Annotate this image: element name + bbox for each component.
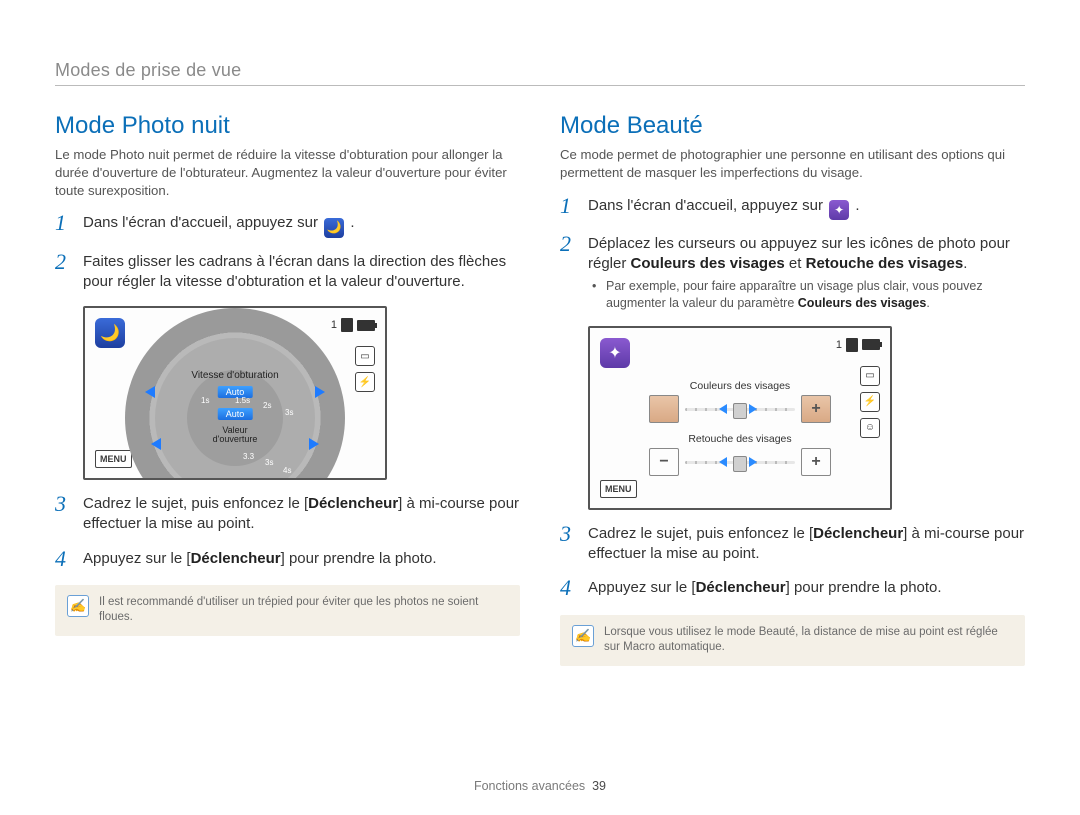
step-3: 3 Cadrez le sujet, puis enfoncez le [Déc… — [55, 494, 520, 535]
dial-clip: Vitesse d'obturation Auto Auto Valeurd'o… — [85, 308, 385, 478]
slider-knob[interactable] — [733, 456, 747, 472]
beauty-mode-icon: ✦ — [600, 338, 630, 368]
step-3: 3 Cadrez le sujet, puis enfoncez le [Déc… — [560, 524, 1025, 565]
tick: 3.3 — [243, 452, 254, 461]
steps-night-cont: 3 Cadrez le sujet, puis enfoncez le [Déc… — [55, 494, 520, 571]
intro-night: Le mode Photo nuit permet de réduire la … — [55, 146, 520, 199]
step-4: 4 Appuyez sur le [Déclencheur] pour pren… — [55, 549, 520, 571]
step-2: 2 Faites glisser les cadrans à l'écran d… — [55, 252, 520, 293]
footer-label: Fonctions avancées — [474, 779, 585, 793]
step-4: 4 Appuyez sur le [Déclencheur] pour pren… — [560, 578, 1025, 600]
camera-screen-beauty: ✦ 1 ▭ ⚡ ☺ MENU Couleurs des visages — [588, 326, 892, 510]
memory-card-icon — [846, 338, 858, 352]
slider-retouch[interactable] — [685, 456, 795, 468]
info-icon: ✍ — [67, 595, 89, 617]
step-number: 3 — [55, 492, 73, 516]
slider-row-face-color: + — [630, 395, 850, 423]
tick: 3s — [265, 458, 273, 467]
intro-beauty: Ce mode permet de photographier une pers… — [560, 146, 1025, 182]
page-footer: Fonctions avancées 39 — [0, 779, 1080, 793]
step-number: 2 — [560, 232, 578, 256]
step-1: 1 Dans l'écran d'accueil, appuyez sur ✦ … — [560, 196, 1025, 220]
arrow-left-icon — [719, 404, 727, 414]
note-box: ✍ Lorsque vous utilisez le mode Beauté, … — [560, 615, 1025, 666]
shutter-speed-label: Vitesse d'obturation — [191, 370, 278, 381]
page-number: 39 — [592, 779, 606, 793]
step-2: 2 Déplacez les curseurs ou appuyez sur l… — [560, 234, 1025, 312]
step-number: 1 — [55, 211, 73, 235]
column-right: Mode Beauté Ce mode permet de photograph… — [560, 112, 1025, 666]
step-number: 3 — [560, 522, 578, 546]
info-icon: ✍ — [572, 625, 594, 647]
slider-knob[interactable] — [733, 403, 747, 419]
note-text: Il est recommandé d'utiliser un trépied … — [99, 595, 508, 626]
step-1: 1 Dans l'écran d'accueil, appuyez sur 🌙 … — [55, 213, 520, 237]
tick: 4s — [283, 466, 291, 475]
tick: 3s — [285, 408, 293, 417]
arrow-right-icon — [749, 404, 757, 414]
step-text: Cadrez le sujet, puis enfoncez le [Décle… — [588, 524, 1025, 565]
arrow-left-icon — [151, 438, 161, 450]
shots-remaining: 1 — [836, 339, 842, 351]
thumb-plus[interactable]: + — [801, 448, 831, 476]
step-number: 1 — [560, 194, 578, 218]
thumb-minus[interactable]: − — [649, 448, 679, 476]
step-text: Appuyez sur le [Déclencheur] pour prendr… — [588, 578, 942, 598]
aperture-label: Valeurd'ouverture — [213, 426, 258, 445]
step-number: 4 — [55, 547, 73, 571]
steps-night: 1 Dans l'écran d'accueil, appuyez sur 🌙 … — [55, 213, 520, 292]
night-mode-icon: 🌙 — [324, 218, 344, 238]
text: . — [350, 214, 354, 231]
sub-bullet: • Par exemple, pour faire apparaître un … — [588, 278, 1025, 312]
tick: 1s — [201, 396, 209, 405]
status-bar: 1 — [836, 338, 880, 352]
step-number: 2 — [55, 250, 73, 274]
face-detect-icon: ☺ — [860, 418, 880, 438]
thumb-face-dark[interactable] — [649, 395, 679, 423]
step-text: Cadrez le sujet, puis enfoncez le [Décle… — [83, 494, 520, 535]
arrow-left-icon — [719, 457, 727, 467]
arrow-left-icon — [145, 386, 155, 398]
arrow-right-icon — [315, 386, 325, 398]
arrow-right-icon — [749, 457, 757, 467]
step-text: Dans l'écran d'accueil, appuyez sur ✦ . — [588, 196, 860, 220]
resolution-icon: ▭ — [860, 366, 880, 386]
heading-night-mode: Mode Photo nuit — [55, 112, 520, 140]
battery-icon — [862, 339, 880, 350]
slider-face-color[interactable] — [685, 403, 795, 415]
note-box: ✍ Il est recommandé d'utiliser un trépie… — [55, 585, 520, 636]
step-number: 4 — [560, 576, 578, 600]
slider-row-retouch: − + — [630, 448, 850, 476]
thumb-face-light[interactable]: + — [801, 395, 831, 423]
divider — [55, 85, 1025, 86]
camera-screen-night: 🌙 1 ▭ ⚡ MENU — [83, 306, 387, 480]
text: Dans l'écran d'accueil, appuyez sur — [83, 214, 322, 231]
arrow-right-icon — [309, 438, 319, 450]
step-text: Dans l'écran d'accueil, appuyez sur 🌙 . — [83, 213, 355, 237]
beauty-sliders: Couleurs des visages + Retouche des — [630, 380, 850, 486]
aperture-auto-pill[interactable]: Auto — [218, 408, 253, 420]
note-text: Lorsque vous utilisez le mode Beauté, la… — [604, 625, 1013, 656]
step-text: Déplacez les curseurs ou appuyez sur les… — [588, 234, 1025, 312]
slider-label-retouch: Retouche des visages — [630, 433, 850, 445]
steps-beauty-cont: 3 Cadrez le sujet, puis enfoncez le [Déc… — [560, 524, 1025, 601]
step-text: Appuyez sur le [Déclencheur] pour prendr… — [83, 549, 437, 569]
two-column-layout: Mode Photo nuit Le mode Photo nuit perme… — [55, 112, 1025, 666]
slider-label-face-color: Couleurs des visages — [630, 380, 850, 392]
steps-beauty: 1 Dans l'écran d'accueil, appuyez sur ✦ … — [560, 196, 1025, 312]
flash-icon: ⚡ — [860, 392, 880, 412]
tick: 2s — [263, 401, 271, 410]
step-text: Faites glisser les cadrans à l'écran dan… — [83, 252, 520, 293]
section-label: Modes de prise de vue — [55, 60, 1025, 81]
beauty-mode-icon: ✦ — [829, 200, 849, 220]
side-icon-column: ▭ ⚡ ☺ — [860, 366, 880, 438]
tick: 1.5s — [235, 396, 250, 405]
manual-page: Modes de prise de vue Mode Photo nuit Le… — [0, 0, 1080, 815]
column-left: Mode Photo nuit Le mode Photo nuit perme… — [55, 112, 520, 666]
heading-beauty-mode: Mode Beauté — [560, 112, 1025, 140]
